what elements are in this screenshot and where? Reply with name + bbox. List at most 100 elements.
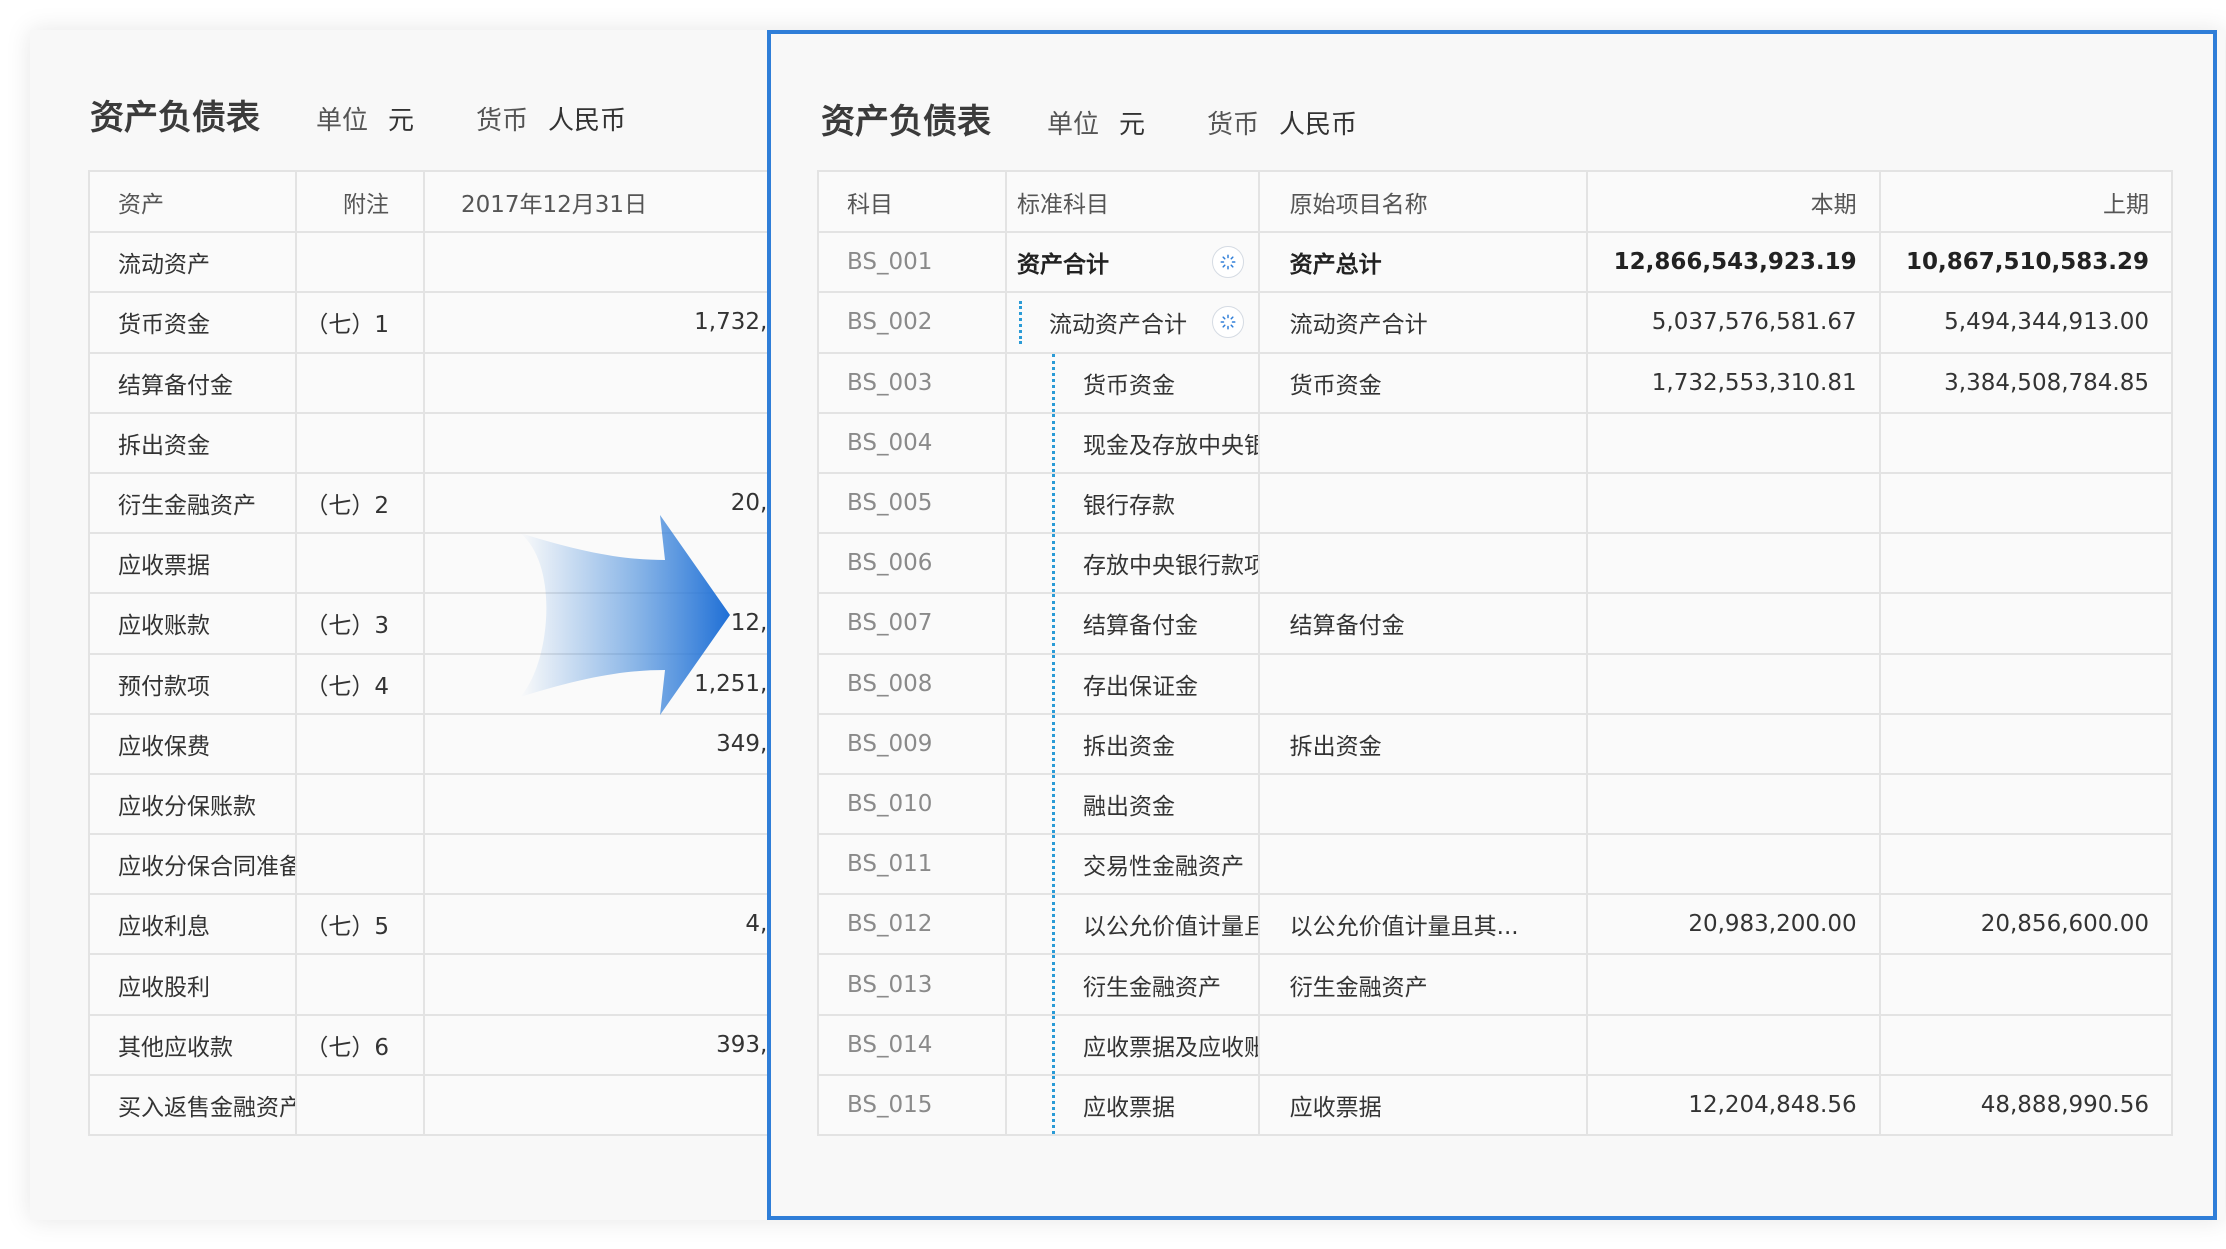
row-account-code: BS_003 <box>819 352 1007 414</box>
table-row[interactable]: 应收分保合同准备金 <box>90 834 808 896</box>
row-standard-account[interactable]: 应收票据及应收账款 <box>1005 1014 1260 1076</box>
row-note: （七）5 <box>296 894 425 956</box>
table-row[interactable]: 货币资金（七）11,732,553,310.81 <box>90 292 808 354</box>
row-standard-account[interactable]: 拆出资金 <box>1005 713 1260 775</box>
row-standard-account[interactable]: 结算备付金 <box>1005 593 1260 655</box>
table-row[interactable]: BS_005 银行存款 <box>819 472 2174 535</box>
row-standard-account[interactable]: 现金及存放中央银行... <box>1005 412 1260 474</box>
row-note <box>296 1074 425 1136</box>
table-row[interactable]: BS_004 现金及存放中央银行... <box>819 412 2174 474</box>
standard-account-label: 流动资产合计 <box>1048 312 1187 339</box>
row-asset-name: 应收账款 <box>90 593 297 655</box>
row-standard-account[interactable]: 交易性金融资产 <box>1005 834 1260 896</box>
row-standard-account[interactable]: 银行存款 <box>1005 472 1260 535</box>
table-row[interactable]: BS_002 流动资产合计 流动资产合计 5,037,576,581.67 5,494,… <box>819 292 2174 354</box>
table-row[interactable]: 应收股利 <box>90 954 808 1016</box>
table-row[interactable]: BS_014 应收票据及应收账款 <box>819 1014 2174 1076</box>
standard-account-label: 资产合计 <box>1016 252 1109 279</box>
row-original-item <box>1258 533 1589 595</box>
row-current-period-value: 12,866,543,923.19 <box>1587 232 1881 294</box>
row-standard-account[interactable]: 以公允价值计量且其... <box>1005 894 1260 956</box>
table-row[interactable]: 结算备付金 <box>90 352 808 414</box>
table-row[interactable]: BS_011 交易性金融资产 <box>819 834 2174 896</box>
row-current-period-value: 5,037,576,581.67 <box>1587 292 1881 354</box>
row-previous-period-value <box>1879 472 2174 535</box>
row-asset-name: 流动资产 <box>90 232 297 294</box>
table-header-row: 科目 标准科目 原始项目名称 本期 上期 <box>819 172 2174 234</box>
row-standard-account[interactable]: 应收票据 <box>1005 1074 1260 1137</box>
standard-account-label: 应收票据 <box>1082 1094 1175 1121</box>
table-header-row: 资产 附注 2017年12月31日 <box>90 172 808 234</box>
row-note <box>296 834 425 896</box>
row-note <box>296 713 425 775</box>
table-row[interactable]: 流动资产 <box>90 232 808 294</box>
table-row[interactable]: BS_015 应收票据 应收票据 12,204,848.56 48,888,990.56 <box>819 1074 2174 1137</box>
row-original-item: 结算备付金 <box>1258 593 1589 655</box>
table-row[interactable]: BS_006 存放中央银行款项 <box>819 533 2174 595</box>
table-row[interactable]: 应收分保账款 <box>90 773 808 836</box>
row-account-code: BS_006 <box>819 533 1007 595</box>
row-note: （七）3 <box>296 593 425 655</box>
gear-icon[interactable] <box>1211 306 1244 339</box>
row-previous-period-value: 10,867,510,583.29 <box>1879 232 2174 294</box>
unit-value: 元 <box>388 106 415 136</box>
column-header-account: 科目 <box>819 172 1007 234</box>
table-row[interactable]: 应收保费 349,377.159.00 <box>90 713 808 775</box>
row-standard-account[interactable]: 存放中央银行款项 <box>1005 533 1260 595</box>
row-current-period-value: 1,732,553,310.81 <box>1587 352 1881 414</box>
row-previous-period-value <box>1879 954 2174 1016</box>
row-original-item <box>1258 653 1589 715</box>
row-amount: 4,000,000.00 <box>424 894 808 956</box>
unit-value: 元 <box>1119 110 1146 140</box>
row-previous-period-value <box>1879 533 2174 595</box>
row-note <box>296 773 425 836</box>
row-previous-period-value: 3,384,508,784.85 <box>1879 352 2174 414</box>
row-account-code: BS_001 <box>819 232 1007 294</box>
table-row[interactable]: BS_013 衍生金融资产 衍生金融资产 <box>819 954 2174 1016</box>
row-asset-name: 衍生金融资产 <box>90 472 297 535</box>
row-previous-period-value: 5,494,344,913.00 <box>1879 292 2174 354</box>
column-header-date: 2017年12月31日 <box>424 172 808 234</box>
standard-account-label: 结算备付金 <box>1082 613 1198 640</box>
gear-icon[interactable] <box>1211 246 1244 279</box>
row-amount <box>424 773 808 836</box>
table-row[interactable]: BS_009 拆出资金 拆出资金 <box>819 713 2174 775</box>
sheet-title: 资产负债表 <box>90 98 260 138</box>
table-row[interactable]: 其他应收款（七）6393,936,765.00 <box>90 1014 808 1076</box>
row-standard-account[interactable]: 衍生金融资产 <box>1005 954 1260 1016</box>
currency-label: 货币 <box>476 106 529 136</box>
tree-guide-line <box>1051 353 1055 411</box>
row-amount: 393,936,765.00 <box>424 1014 808 1076</box>
row-current-period-value <box>1587 412 1881 474</box>
standard-account-label: 衍生金融资产 <box>1082 974 1221 1001</box>
tree-guide-line <box>1051 835 1055 893</box>
table-row[interactable]: BS_003 货币资金 货币资金 1,732,553,310.81 3,384,508,… <box>819 352 2174 414</box>
table-row[interactable]: BS_001 资产合计 资产总计 12,866,543,923.19 10,867,51… <box>819 232 2174 294</box>
currency-label: 货币 <box>1207 110 1260 140</box>
row-original-item: 流动资产合计 <box>1258 292 1589 354</box>
row-standard-account[interactable]: 存出保证金 <box>1005 653 1260 715</box>
row-asset-name: 其他应收款 <box>90 1014 297 1076</box>
table-row[interactable]: BS_010 融出资金 <box>819 773 2174 836</box>
table-row[interactable]: 应收利息（七）54,000,000.00 <box>90 894 808 956</box>
row-standard-account[interactable]: 资产合计 <box>1005 232 1260 294</box>
row-amount <box>424 954 808 1016</box>
table-row[interactable]: BS_008 存出保证金 <box>819 653 2174 715</box>
row-current-period-value <box>1587 773 1881 836</box>
row-previous-period-value <box>1879 773 2174 836</box>
row-asset-name: 应收利息 <box>90 894 297 956</box>
table-row[interactable]: BS_012以公允价值计量且其...以公允价值计量且其...20,983,200… <box>819 894 2174 956</box>
row-account-code: BS_010 <box>819 773 1007 836</box>
table-row[interactable]: 拆出资金 <box>90 412 808 474</box>
row-current-period-value <box>1587 472 1881 535</box>
standard-account-label: 以公允价值计量且其... <box>1082 914 1257 941</box>
row-standard-account[interactable]: 流动资产合计 <box>1005 292 1260 354</box>
row-original-item <box>1258 412 1589 474</box>
table-row[interactable]: 买入返售金融资产 <box>90 1074 808 1136</box>
standard-account-label: 银行存款 <box>1082 493 1175 520</box>
standard-account-label: 应收票据及应收账款 <box>1082 1034 1257 1061</box>
table-row[interactable]: BS_007 结算备付金 结算备付金 <box>819 593 2174 655</box>
tree-guide-line <box>1051 1075 1055 1133</box>
row-standard-account[interactable]: 融出资金 <box>1005 773 1260 836</box>
row-standard-account[interactable]: 货币资金 <box>1005 352 1260 414</box>
